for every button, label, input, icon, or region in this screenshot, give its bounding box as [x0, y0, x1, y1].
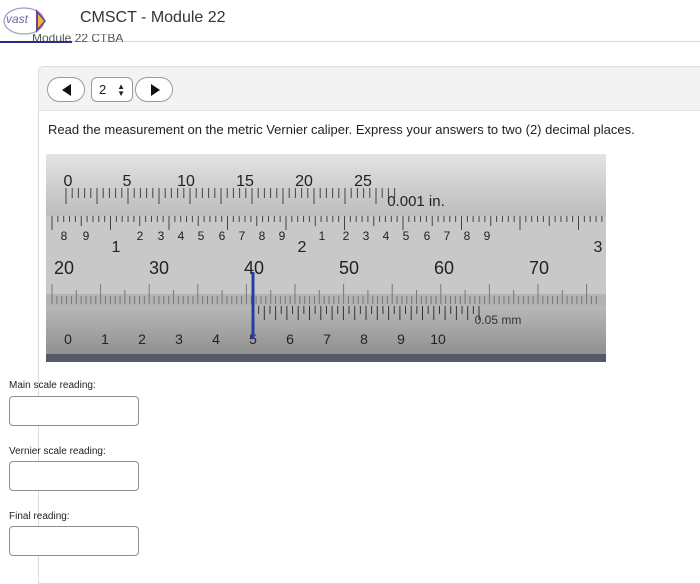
metric-vernier-digit: 1 [101, 331, 109, 347]
metric-vernier-digit: 2 [138, 331, 146, 347]
metric-vernier-digit: 9 [397, 331, 405, 347]
metric-vernier-digit: 6 [286, 331, 294, 347]
inch-scale-digit: 2 [137, 229, 144, 243]
inch-scale-digit: 8 [61, 229, 68, 243]
final-reading-input[interactable] [9, 526, 139, 556]
inch-scale-digit: 2 [343, 229, 350, 243]
inch-scale-digit: 5 [403, 229, 410, 243]
vast-logo[interactable]: vast [0, 4, 52, 38]
next-question-button[interactable] [135, 77, 173, 102]
inch-scale-digit: 9 [484, 229, 491, 243]
main-scale-input[interactable] [9, 396, 139, 426]
inch-scale-digit: 1 [319, 229, 326, 243]
inch-vernier-label: 0 [64, 173, 73, 190]
inch-scale-digit: 7 [444, 229, 451, 243]
metric-main-label: 20 [54, 258, 74, 278]
question-nav-bar: 2 ▲ ▼ [39, 67, 700, 111]
metric-vernier-digit: 10 [430, 331, 446, 347]
metric-main-label: 30 [149, 258, 169, 278]
inch-scale-digit: 9 [83, 229, 90, 243]
inch-scale-digit: 2 [298, 239, 307, 256]
inch-scale-digit: 8 [464, 229, 471, 243]
previous-question-button[interactable] [47, 77, 85, 102]
inch-vernier-label: 20 [295, 173, 313, 190]
triangle-right-icon [151, 84, 160, 96]
inch-vernier-label: 15 [236, 173, 254, 190]
inch-resolution-label: 0.001 in. [387, 193, 445, 210]
active-tab-underline [0, 41, 72, 43]
triangle-left-icon [62, 84, 71, 96]
inch-scale-digit: 5 [198, 229, 205, 243]
inch-scale-digit: 7 [239, 229, 246, 243]
inch-scale-digit: 3 [158, 229, 165, 243]
app-title: CMSCT - Module 22 [80, 9, 226, 26]
metric-vernier-digit: 0 [64, 331, 72, 347]
inch-vernier-label: 10 [177, 173, 195, 190]
up-down-arrows-icon: ▲ ▼ [117, 82, 125, 98]
metric-resolution-label: 0.05 mm [475, 313, 522, 327]
vernier-scale-label: Vernier scale reading: [9, 446, 106, 457]
metric-vernier-digit: 7 [323, 331, 331, 347]
inch-scale-digit: 3 [594, 239, 603, 256]
vernier-scale-input[interactable] [9, 461, 139, 491]
inch-scale-digit: 4 [178, 229, 185, 243]
metric-main-label: 50 [339, 258, 359, 278]
logo-text: vast [6, 12, 29, 26]
metric-main-label: 60 [434, 258, 454, 278]
inch-vernier-label: 25 [354, 173, 372, 190]
inch-vernier-label: 5 [123, 173, 132, 190]
inch-scale-digit: 6 [219, 229, 226, 243]
inch-scale-digit: 1 [112, 239, 121, 256]
metric-vernier-digit: 3 [175, 331, 183, 347]
inch-scale-digit: 3 [363, 229, 370, 243]
inch-scale-digit: 9 [279, 229, 286, 243]
top-bar: vast CMSCT - Module 22 Module 22 CTBA [0, 0, 700, 43]
question-number-select[interactable]: 2 ▲ ▼ [91, 77, 133, 102]
main-scale-label: Main scale reading: [9, 380, 96, 391]
metric-main-label: 70 [529, 258, 549, 278]
inch-scale-digit: 4 [383, 229, 390, 243]
metric-vernier-digit: 4 [212, 331, 220, 347]
metric-vernier-digit: 8 [360, 331, 368, 347]
question-prompt: Read the measurement on the metric Verni… [48, 122, 635, 137]
final-reading-label: Final reading: [9, 511, 70, 522]
inch-scale-digit: 8 [259, 229, 266, 243]
question-number-value: 2 [99, 82, 107, 97]
vernier-caliper-image: 0 5 10 15 20 25 0.001 in. 8 9 1 2 3 4 5 6 7 8 9 2 1 2 3 4 5 6 7 8 9… [46, 154, 609, 362]
inch-scale-digit: 6 [424, 229, 431, 243]
